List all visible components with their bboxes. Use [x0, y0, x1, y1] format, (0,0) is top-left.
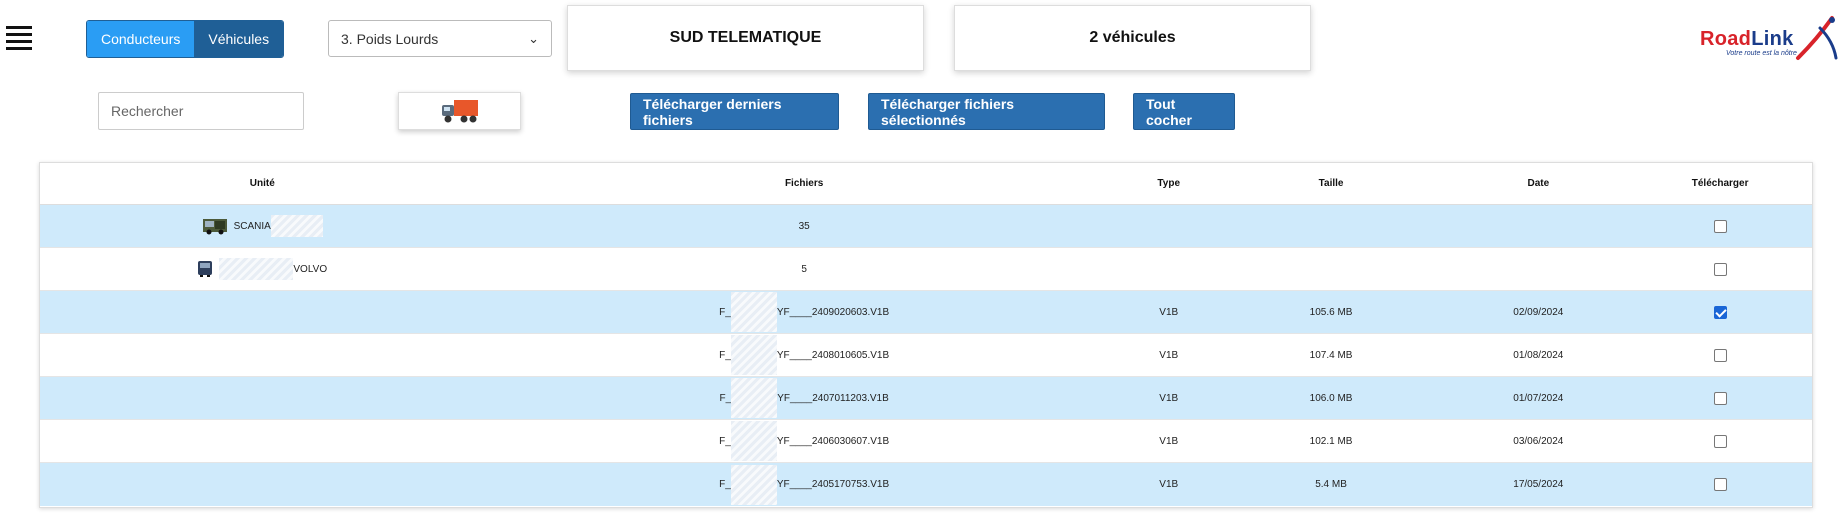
file-date: 02/09/2024	[1513, 306, 1564, 318]
download-checkbox[interactable]	[1713, 348, 1727, 362]
redacted-text	[730, 292, 777, 332]
file-name-prefix: F_	[719, 479, 731, 490]
file-date: 03/06/2024	[1513, 435, 1564, 447]
download-selected-files-button[interactable]: Télécharger fichiers sélectionnés	[868, 93, 1105, 130]
table-row[interactable]: F_ YF____2405170753.V1B V1B 5.4 MB 17/05/…	[40, 463, 1812, 506]
header-download: Télécharger	[1691, 178, 1749, 189]
fleet-select[interactable]: 3. Poids Lourds ⌄	[328, 20, 552, 57]
file-count: 35	[798, 220, 810, 232]
chevron-down-icon: ⌄	[528, 30, 539, 46]
download-checkbox[interactable]	[1713, 434, 1727, 448]
unit-name-text: VOLVO	[293, 263, 328, 275]
redacted-text	[731, 378, 778, 418]
logo-swoosh-icon	[1796, 16, 1838, 60]
redacted-text	[730, 464, 777, 505]
header-files[interactable]: Fichiers	[485, 178, 1124, 189]
file-type: V1B	[1159, 435, 1179, 447]
file-name-prefix: F_	[719, 349, 731, 361]
download-checkbox[interactable]	[1713, 391, 1727, 405]
search-placeholder: Rechercher	[111, 103, 184, 119]
header-unit[interactable]: Unité	[40, 178, 485, 189]
file-size: 105.6 MB	[1309, 306, 1353, 318]
table-row[interactable]: F_ YF____2409020603.V1B V1B 105.6 MB 02/0…	[40, 291, 1812, 334]
unit-name: VOLVO	[219, 258, 327, 280]
file-size: 5.4 MB	[1315, 479, 1347, 490]
truck-photo-icon	[198, 261, 213, 277]
files-table: Unité Fichiers Type Taille Date Téléchar…	[39, 162, 1813, 508]
file-type: V1B	[1159, 392, 1179, 404]
table-row[interactable]: SCANIA 35	[40, 205, 1812, 248]
download-checkbox[interactable]	[1713, 262, 1727, 276]
view-toggle: Conducteurs Véhicules	[86, 20, 285, 58]
file-name-cell: F_ YF____2407011203.V1B	[485, 378, 1124, 418]
redacted-text	[219, 258, 294, 280]
download-last-files-button[interactable]: Télécharger derniers fichiers	[630, 93, 839, 130]
truck-photo-icon	[202, 219, 227, 235]
file-name-suffix: YF____2406030607.V1B	[776, 435, 890, 447]
redacted-text	[730, 335, 777, 375]
redacted-text	[730, 421, 777, 461]
unit-name: SCANIA	[234, 215, 323, 237]
logo-tagline: Votre route est la nôtre	[1726, 50, 1797, 57]
search-input[interactable]: Rechercher	[98, 92, 304, 130]
file-date: 17/05/2024	[1513, 479, 1564, 490]
logo-brand-blue: Link	[1751, 28, 1794, 50]
menu-icon[interactable]	[6, 26, 32, 52]
file-type: V1B	[1159, 349, 1179, 361]
fleet-select-value: 3. Poids Lourds	[341, 30, 439, 47]
header-type[interactable]: Type	[1124, 178, 1214, 189]
file-name-cell: F_ YF____2408010605.V1B	[485, 335, 1124, 375]
file-date: 01/07/2024	[1513, 392, 1564, 404]
file-size: 106.0 MB	[1309, 392, 1353, 404]
logo-brand: RoadLink	[1700, 28, 1794, 51]
file-type: V1B	[1159, 306, 1179, 318]
check-all-button[interactable]: Tout cocher	[1133, 93, 1235, 130]
download-checkbox[interactable]	[1713, 219, 1727, 233]
file-name-suffix: YF____2405170753.V1B	[776, 479, 890, 490]
file-size: 107.4 MB	[1309, 349, 1353, 361]
file-name-prefix: F_	[719, 435, 731, 447]
file-name-cell: F_ YF____2406030607.V1B	[485, 421, 1124, 461]
redacted-text	[270, 215, 323, 237]
file-count: 5	[801, 263, 807, 275]
drivers-tab[interactable]: Conducteurs	[87, 21, 195, 57]
vehicle-filter-button[interactable]	[398, 92, 521, 130]
file-name-suffix: YF____2407011203.V1B	[777, 392, 889, 404]
table-header: Unité Fichiers Type Taille Date Téléchar…	[40, 163, 1812, 205]
file-name-prefix: F_	[719, 392, 732, 404]
file-name-prefix: F_	[719, 306, 731, 318]
file-date: 01/08/2024	[1513, 349, 1564, 361]
page: Conducteurs Véhicules 3. Poids Lourds ⌄ …	[0, 0, 1846, 524]
unit-cell: VOLVO	[40, 258, 485, 280]
company-name: SUD TELEMATIQUE	[669, 29, 822, 46]
logo-brand-red: Road	[1700, 28, 1752, 50]
vehicle-count: 2 véhicules	[1089, 29, 1176, 46]
file-name-cell: F_ YF____2405170753.V1B	[485, 464, 1124, 505]
file-name-suffix: YF____2408010605.V1B	[776, 349, 890, 361]
truck-icon	[441, 100, 478, 123]
unit-cell: SCANIA	[40, 215, 485, 237]
company-card: SUD TELEMATIQUE	[567, 5, 924, 71]
download-checkbox[interactable]	[1713, 478, 1727, 491]
table-row[interactable]: F_ YF____2407011203.V1B V1B 106.0 MB 01/0…	[40, 377, 1812, 420]
table-row[interactable]: F_ YF____2406030607.V1B V1B 102.1 MB 03/0…	[40, 420, 1812, 463]
vehicles-tab[interactable]: Véhicules	[194, 21, 284, 57]
vehicle-count-card: 2 véhicules	[954, 5, 1311, 71]
file-name-cell: F_ YF____2409020603.V1B	[485, 292, 1124, 332]
file-size: 102.1 MB	[1309, 435, 1353, 447]
roadlink-logo: RoadLink Votre route est la nôtre	[1700, 12, 1840, 64]
download-checkbox[interactable]	[1713, 305, 1727, 319]
header-date[interactable]: Date	[1448, 178, 1628, 189]
file-type: V1B	[1159, 479, 1179, 490]
unit-name-text: SCANIA	[233, 220, 271, 232]
table-row[interactable]: VOLVO 5	[40, 248, 1812, 291]
file-name-suffix: YF____2409020603.V1B	[776, 306, 890, 318]
table-row[interactable]: F_ YF____2408010605.V1B V1B 107.4 MB 01/0…	[40, 334, 1812, 377]
header-size[interactable]: Taille	[1214, 178, 1449, 189]
